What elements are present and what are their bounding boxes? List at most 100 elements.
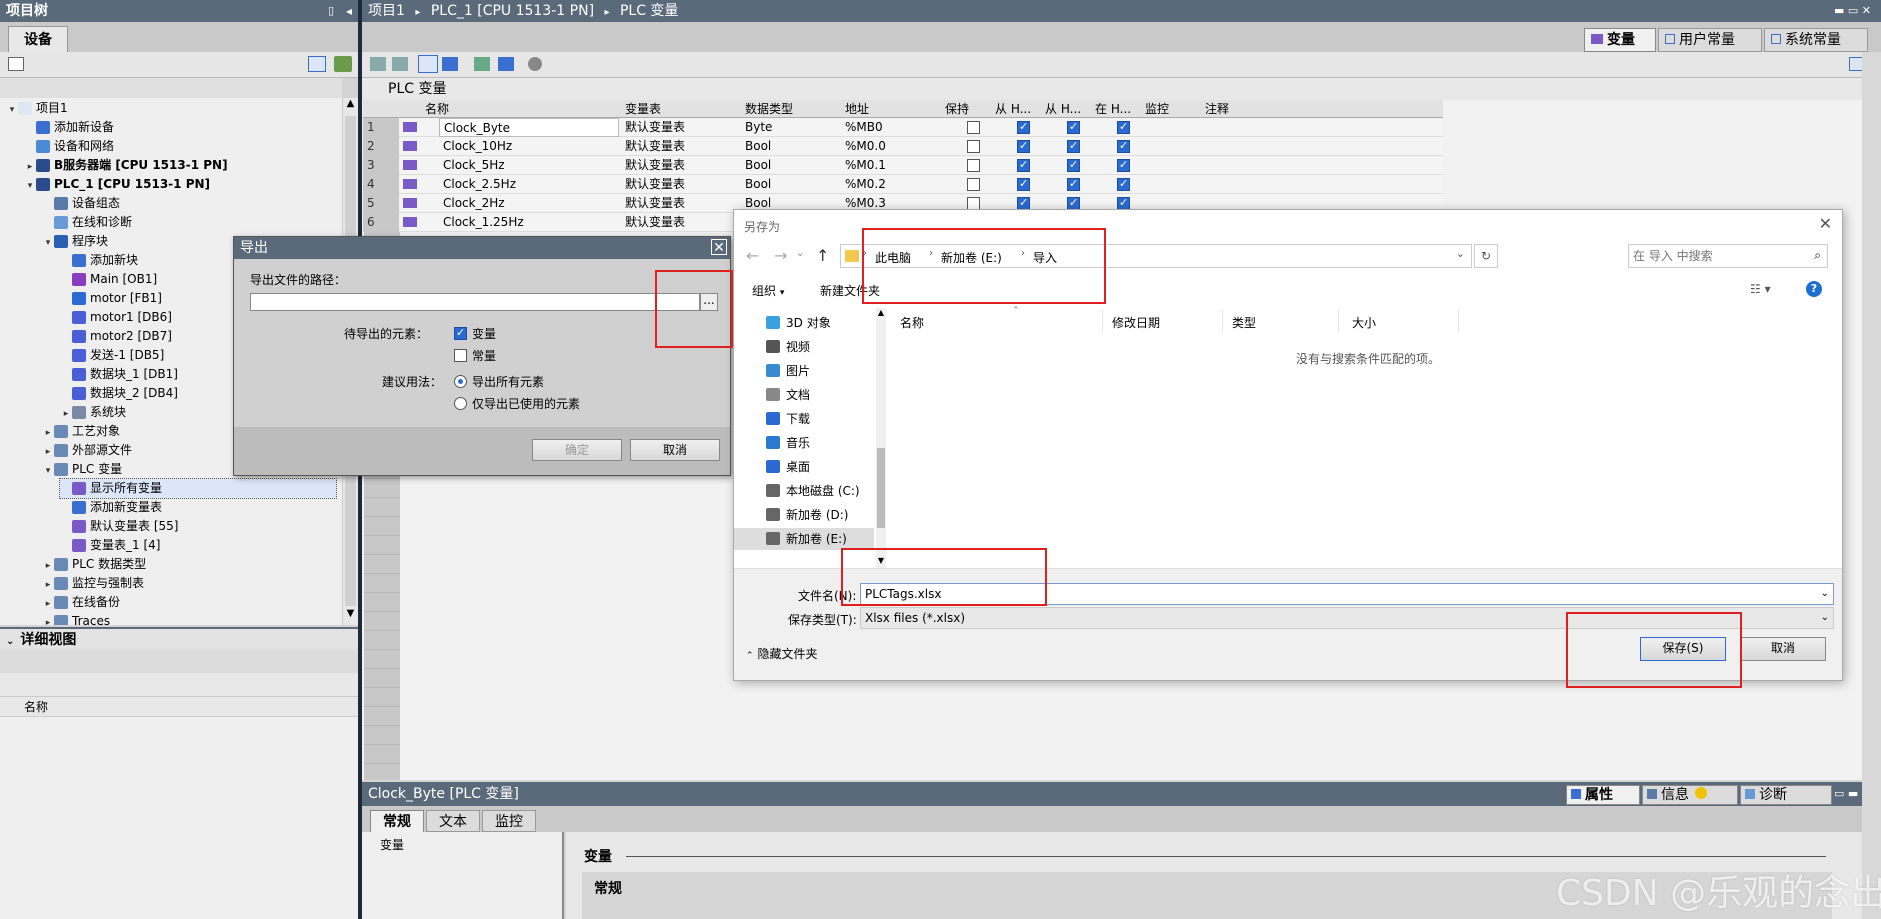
radio-used-elements[interactable] <box>454 397 467 410</box>
add-row-icon[interactable] <box>370 57 386 71</box>
back-arrow-icon[interactable]: ← <box>746 246 759 265</box>
col-size[interactable]: 大小 <box>1352 314 1376 331</box>
hmi-access-checkbox[interactable] <box>1017 120 1030 134</box>
insert-row-icon[interactable] <box>392 57 408 71</box>
col-hmi-visible[interactable]: 在 H... <box>1091 100 1141 119</box>
tree-item[interactable]: ▸ PLC 数据类型 <box>42 555 336 574</box>
cell-tag-table[interactable]: 默认变量表 <box>621 175 741 194</box>
import-icon[interactable] <box>442 57 458 71</box>
nav-scroll-thumb[interactable] <box>877 448 885 528</box>
hmi-visible-checkbox[interactable] <box>1117 120 1130 134</box>
tree-item[interactable]: 添加新变量表 <box>60 498 336 517</box>
expand-arrow-icon[interactable]: ▸ <box>42 614 54 625</box>
nav-item[interactable]: 3D 对象 <box>734 312 874 334</box>
nav-item[interactable]: 本地磁盘 (C:) <box>734 480 874 502</box>
col-modified[interactable]: 修改日期 <box>1112 314 1160 331</box>
overview-icon[interactable] <box>334 56 352 72</box>
table-row[interactable]: 1 Clock_Byte 默认变量表 Byte %MB0 <box>363 118 1443 137</box>
tree-item[interactable]: 默认变量表 [55] <box>60 517 336 536</box>
nav-item[interactable]: 新加卷 (D:) <box>734 504 874 526</box>
expand-arrow-icon[interactable]: ▾ <box>42 462 54 481</box>
close-icon[interactable]: ✕ <box>711 239 727 256</box>
tab-diagnostics[interactable]: 诊断 <box>1740 785 1832 805</box>
retain-checkbox[interactable] <box>967 121 980 134</box>
expand-arrow-icon[interactable]: ▾ <box>24 177 36 196</box>
view-options-icon[interactable]: ☷ ▾ <box>1750 282 1771 296</box>
dropdown-chevron-icon[interactable]: ⌄ <box>796 248 804 259</box>
scroll-up-icon[interactable]: ▲ <box>343 98 358 114</box>
tree-item[interactable]: ▸ B服务器端 [CPU 1513-1 PN] <box>24 156 336 175</box>
tab-tags[interactable]: 变量 <box>1584 28 1656 52</box>
breadcrumb-3[interactable]: PLC 变量 <box>620 3 678 19</box>
cell-name[interactable]: Clock_2Hz <box>439 194 619 213</box>
address-dropdown-icon[interactable]: ⌄ <box>1456 247 1465 260</box>
filter-icon[interactable] <box>498 57 514 71</box>
cell-name[interactable]: Clock_Byte <box>439 118 619 137</box>
export-path-input[interactable] <box>250 293 700 311</box>
nav-scroll-up-icon[interactable]: ▲ <box>876 308 886 317</box>
refresh-button[interactable]: ↻ <box>1474 244 1498 268</box>
nav-item[interactable]: 文档 <box>734 384 874 406</box>
cell-data-type[interactable]: Bool <box>741 175 841 194</box>
hmi-write-checkbox[interactable] <box>1067 177 1080 191</box>
export-icon[interactable] <box>418 55 438 73</box>
tree-item[interactable]: ▸ 在线备份 <box>42 593 336 612</box>
col-name[interactable]: 名称 <box>421 100 621 119</box>
nav-item[interactable]: 图片 <box>734 360 874 382</box>
hmi-access-checkbox[interactable] <box>1017 139 1030 153</box>
hmi-write-checkbox[interactable] <box>1067 158 1080 172</box>
row-number[interactable]: 2 <box>363 137 399 156</box>
detail-view-header[interactable]: ⌄ 详细视图 <box>0 627 360 649</box>
right-edge-scrollbar[interactable] <box>1862 52 1881 919</box>
cell-name[interactable]: Clock_2.5Hz <box>439 175 619 194</box>
nav-item[interactable]: 音乐 <box>734 432 874 454</box>
search-box[interactable]: ⌕ <box>1628 244 1828 268</box>
tree-item[interactable]: ▸ Traces <box>42 612 336 625</box>
cell-data-type[interactable]: Byte <box>741 118 841 137</box>
pin-panel-icon[interactable]: ▯ <box>328 0 334 22</box>
hmi-visible-checkbox[interactable] <box>1117 139 1130 153</box>
tree-item[interactable]: ▾ PLC_1 [CPU 1513-1 PN] <box>24 175 336 194</box>
forward-arrow-icon[interactable]: → <box>774 246 787 265</box>
cell-address[interactable]: %M0.1 <box>841 156 941 175</box>
row-number[interactable]: 5 <box>363 194 399 213</box>
window-controls[interactable]: ▬ ▭ ✕ <box>1834 0 1871 22</box>
expand-arrow-icon[interactable]: ▾ <box>6 101 18 120</box>
nav-item[interactable]: 视频 <box>734 336 874 358</box>
cell-address[interactable]: %M0.0 <box>841 137 941 156</box>
breadcrumb-1[interactable]: 项目1 <box>368 3 405 19</box>
tree-item[interactable]: ▾ 项目1 <box>6 99 336 118</box>
tab-user-constants[interactable]: 用户常量 <box>1658 28 1762 52</box>
col-tag-table[interactable]: 变量表 <box>621 100 741 119</box>
radio-all-elements[interactable] <box>454 375 467 388</box>
col-hmi-write[interactable]: 从 H... <box>1041 100 1091 119</box>
save-cancel-button[interactable]: 取消 <box>1740 637 1826 661</box>
cell-tag-table[interactable]: 默认变量表 <box>621 156 741 175</box>
tree-item[interactable]: 设备组态 <box>42 194 336 213</box>
cell-address[interactable]: %MB0 <box>841 118 941 137</box>
expand-arrow-icon[interactable]: ▾ <box>42 234 54 253</box>
retain-checkbox[interactable] <box>967 178 980 191</box>
cell-name[interactable]: Clock_10Hz <box>439 137 619 156</box>
search-input[interactable] <box>1633 248 1803 264</box>
tree-view-icon[interactable] <box>8 57 24 71</box>
organize-button[interactable]: 组织 ▾ <box>752 282 784 299</box>
col-address[interactable]: 地址 <box>841 100 941 119</box>
row-number[interactable]: 4 <box>363 175 399 194</box>
tree-item[interactable]: 在线和诊断 <box>42 213 336 232</box>
tab-system-constants[interactable]: 系统常量 <box>1764 28 1868 52</box>
nav-item[interactable]: 新加卷 (E:) <box>734 528 874 550</box>
settings-icon[interactable] <box>528 57 542 71</box>
up-arrow-icon[interactable]: ↑ <box>816 246 829 265</box>
tab-text[interactable]: 文本 <box>426 810 480 832</box>
inspector-left-item[interactable]: 变量 <box>380 836 404 853</box>
nav-item[interactable]: 下载 <box>734 408 874 430</box>
col-hmi-access[interactable]: 从 H... <box>991 100 1041 119</box>
col-data-type[interactable]: 数据类型 <box>741 100 841 119</box>
retain-checkbox[interactable] <box>967 140 980 153</box>
table-row[interactable]: 3 Clock_5Hz 默认变量表 Bool %M0.1 <box>363 156 1443 175</box>
cell-data-type[interactable]: Bool <box>741 156 841 175</box>
tab-monitor[interactable]: 监控 <box>482 810 536 832</box>
export-cancel-button[interactable]: 取消 <box>630 439 720 461</box>
monitor-icon[interactable] <box>474 57 490 71</box>
